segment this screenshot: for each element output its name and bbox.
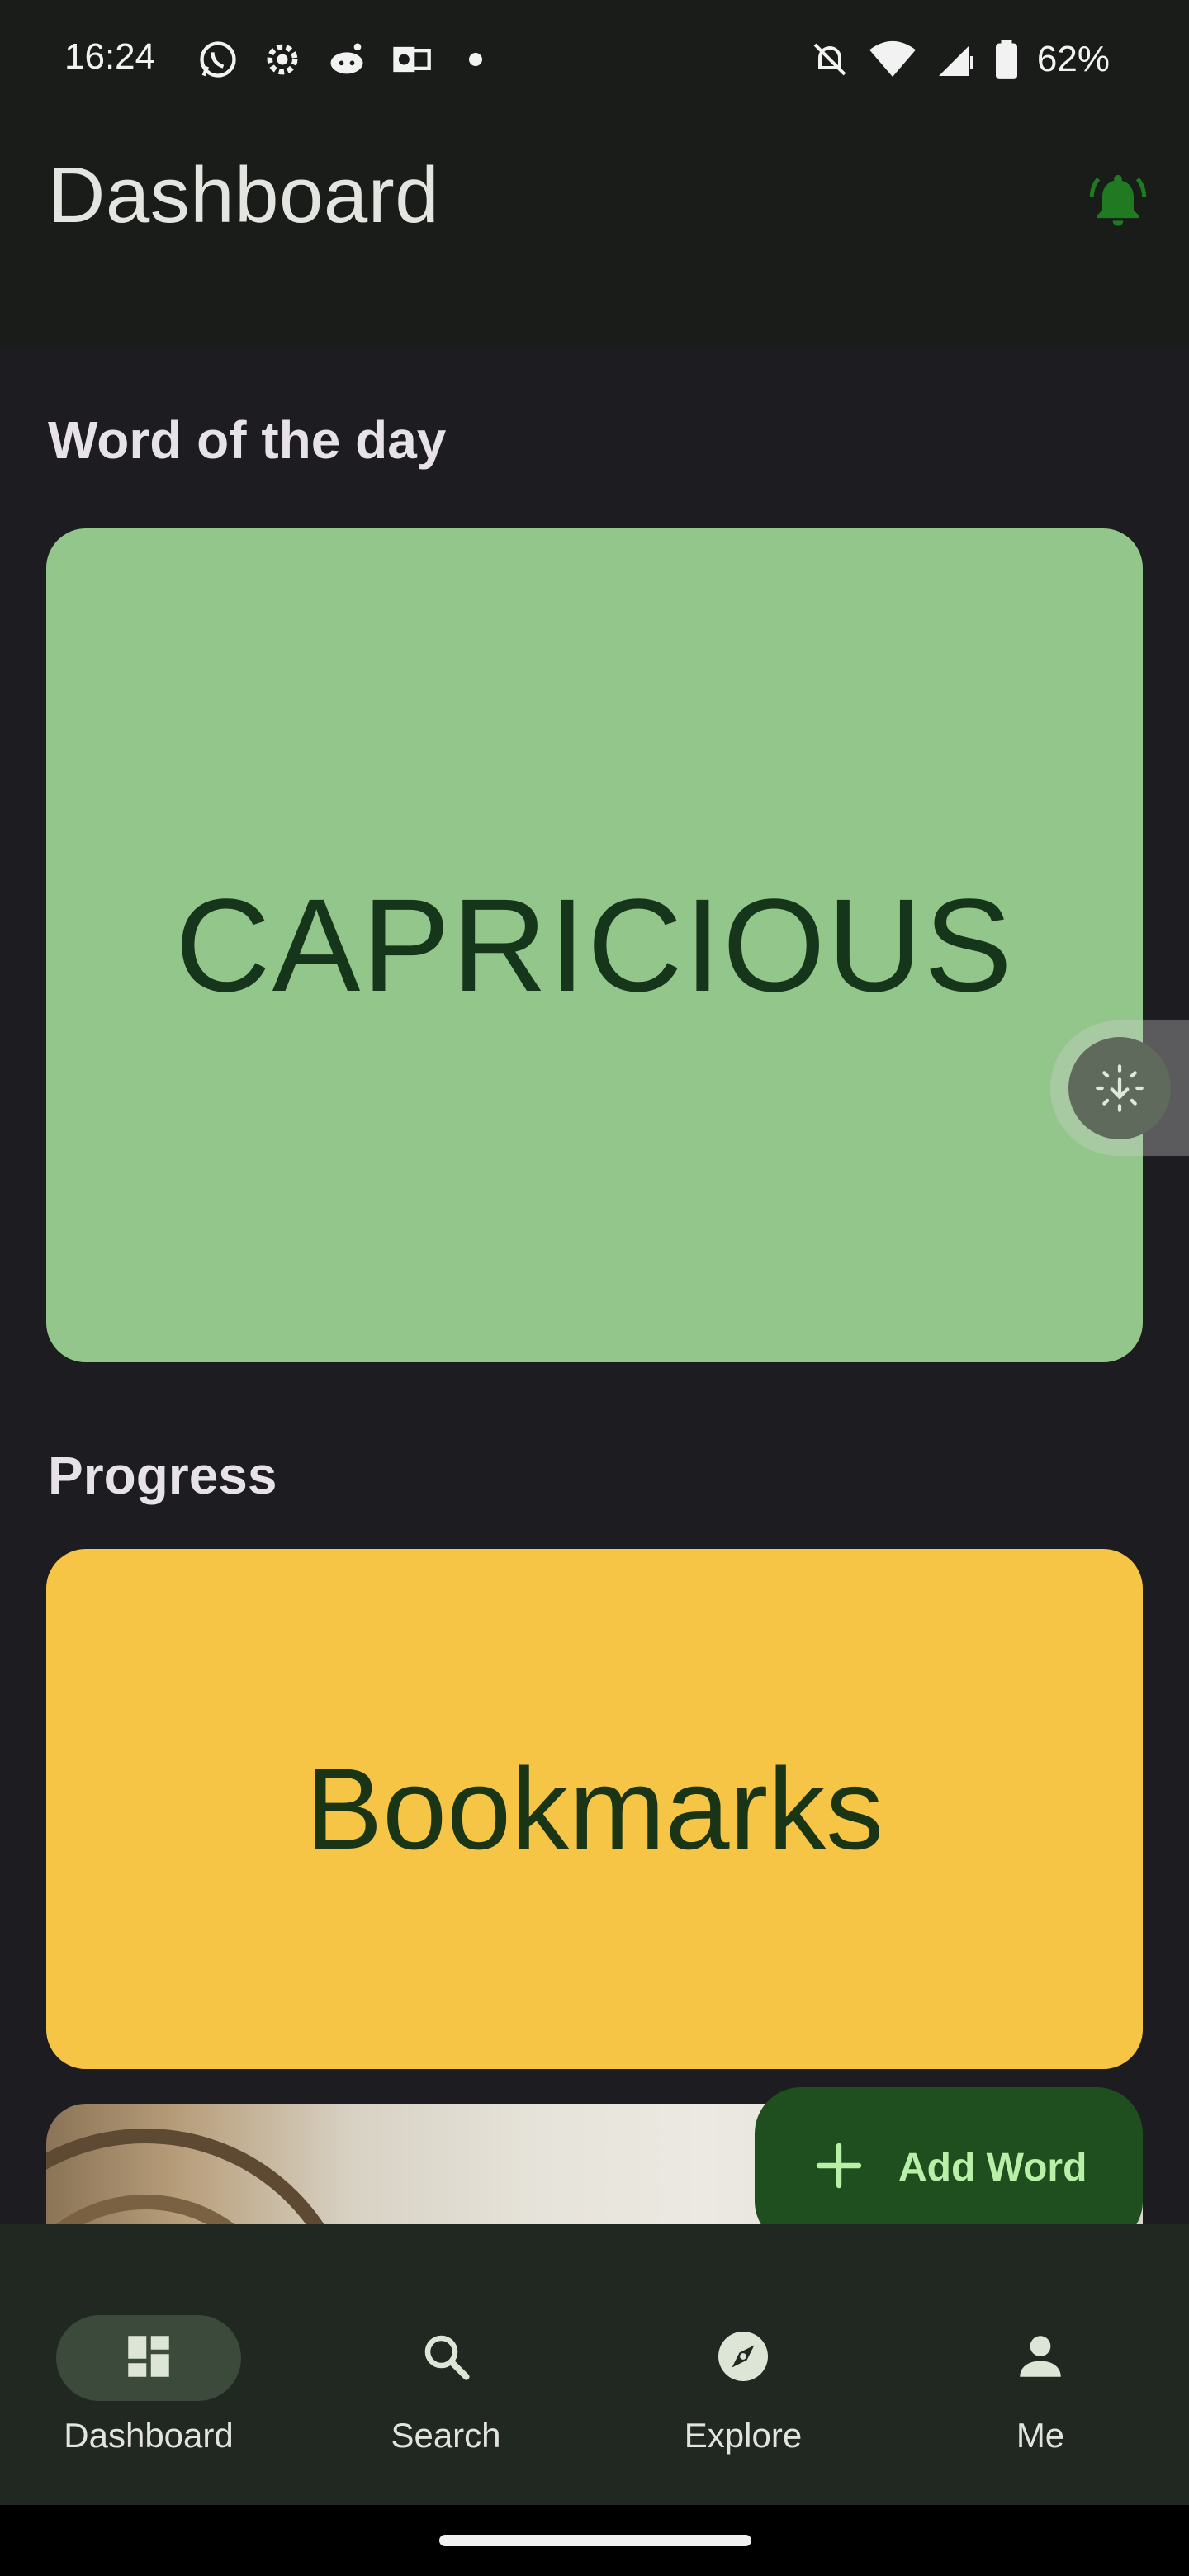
nav-item-search[interactable]: Search bbox=[347, 2315, 545, 2480]
dashboard-icon bbox=[121, 2329, 176, 2388]
nav-active-indicator bbox=[56, 2315, 241, 2401]
word-of-the-day-word: CAPRICIOUS bbox=[175, 871, 1014, 1019]
battery-percent: 62% bbox=[1036, 39, 1110, 79]
home-gesture-bar[interactable] bbox=[439, 2535, 751, 2546]
compass-icon bbox=[713, 2327, 773, 2390]
nav-me-indicator bbox=[948, 2315, 1133, 2401]
bookmarks-card[interactable]: Bookmarks bbox=[46, 1549, 1143, 2069]
bell-off-icon bbox=[806, 36, 854, 83]
notification-icons bbox=[194, 36, 500, 83]
nav-search-indicator bbox=[353, 2315, 538, 2401]
outlook-icon bbox=[387, 36, 435, 83]
bottom-navigation: Dashboard Search Explore Me bbox=[0, 2224, 1189, 2505]
dashboard-screen: 16:24 62% Dashboard Word of the day CAPR… bbox=[0, 0, 1189, 2576]
progress-heading: Progress bbox=[48, 1446, 277, 1505]
nav-item-dashboard[interactable]: Dashboard bbox=[50, 2315, 248, 2480]
nav-label-me: Me bbox=[1016, 2416, 1065, 2455]
download-sparkle-icon[interactable] bbox=[1068, 1037, 1171, 1139]
top-app-area: 16:24 62% Dashboard bbox=[0, 0, 1189, 347]
nav-item-explore[interactable]: Explore bbox=[644, 2315, 842, 2480]
add-word-button[interactable]: Add Word bbox=[755, 2087, 1143, 2247]
page-title: Dashboard bbox=[48, 151, 440, 239]
plus-icon bbox=[812, 2139, 865, 2196]
bookmarks-label: Bookmarks bbox=[305, 1744, 884, 1873]
settings-gear-icon bbox=[258, 36, 306, 83]
word-of-the-day-heading: Word of the day bbox=[48, 410, 447, 470]
nav-item-me[interactable]: Me bbox=[941, 2315, 1139, 2480]
nav-explore-indicator bbox=[651, 2315, 836, 2401]
add-word-label: Add Word bbox=[898, 2145, 1087, 2190]
nav-label-explore: Explore bbox=[684, 2416, 803, 2455]
nav-label-dashboard: Dashboard bbox=[64, 2416, 234, 2455]
system-icons: 62% bbox=[806, 36, 1110, 83]
battery-icon bbox=[994, 36, 1019, 83]
reddit-icon bbox=[323, 36, 371, 83]
status-bar: 16:24 62% bbox=[0, 0, 1189, 124]
word-of-the-day-card[interactable]: CAPRICIOUS bbox=[46, 528, 1143, 1362]
person-icon bbox=[1013, 2329, 1068, 2388]
status-time: 16:24 bbox=[64, 36, 156, 77]
search-icon bbox=[419, 2329, 473, 2388]
notification-bell-icon[interactable] bbox=[1087, 168, 1149, 231]
cell-signal-icon bbox=[931, 36, 979, 83]
whatsapp-icon bbox=[194, 36, 242, 83]
wifi-icon bbox=[869, 36, 917, 83]
floating-assistant-bubble[interactable] bbox=[1050, 1020, 1189, 1156]
nav-label-search: Search bbox=[391, 2416, 501, 2455]
dot-icon bbox=[452, 36, 500, 83]
